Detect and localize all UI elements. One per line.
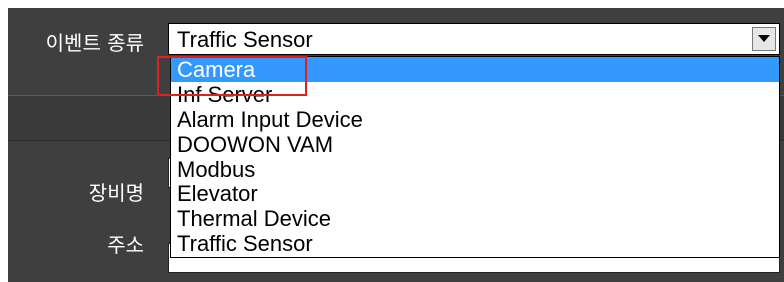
dropdown-option-doowon-vam[interactable]: DOOWON VAM bbox=[171, 132, 779, 157]
event-type-select[interactable]: Traffic Sensor bbox=[168, 23, 780, 55]
device-name-label: 장비명 bbox=[88, 181, 144, 205]
dropdown-option-camera[interactable]: Camera bbox=[171, 57, 779, 82]
address-label: 주소 bbox=[107, 233, 144, 257]
dropdown-option-traffic-sensor[interactable]: Traffic Sensor bbox=[171, 231, 779, 256]
dropdown-option-elevator[interactable]: Elevator bbox=[171, 181, 779, 207]
triangle-down-icon bbox=[758, 35, 770, 42]
event-type-label: 이벤트 종류 bbox=[45, 31, 144, 55]
dropdown-arrow-button[interactable] bbox=[752, 27, 776, 51]
dropdown-option-thermal-device[interactable]: Thermal Device bbox=[171, 206, 779, 231]
dropdown-option-inf-server[interactable]: Inf Server bbox=[171, 82, 779, 107]
dropdown-option-modbus[interactable]: Modbus bbox=[171, 157, 779, 182]
event-type-dropdown-list: Camera Inf Server Alarm Input Device DOO… bbox=[170, 56, 780, 258]
dropdown-option-alarm-input-device[interactable]: Alarm Input Device bbox=[171, 107, 779, 132]
event-type-value: Traffic Sensor bbox=[177, 27, 313, 52]
